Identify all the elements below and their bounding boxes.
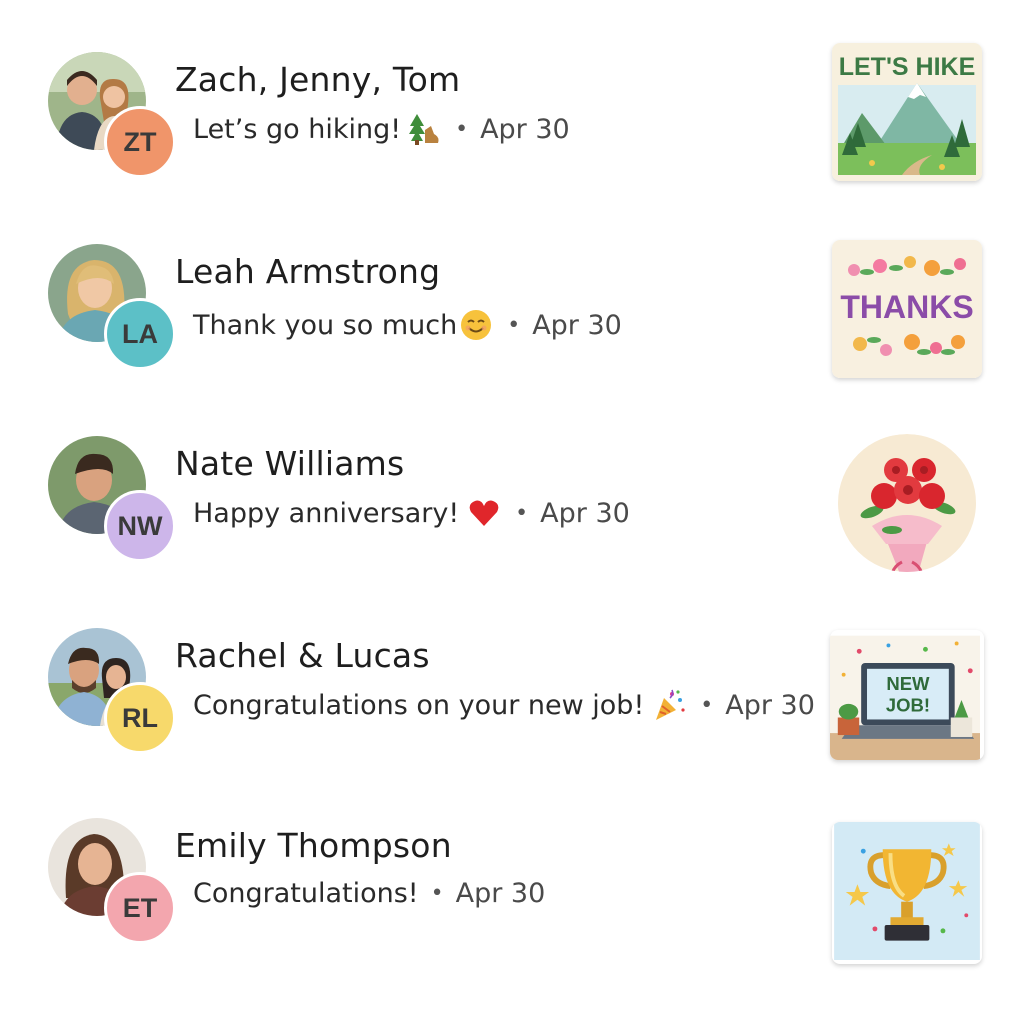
smiling-face-icon bbox=[459, 308, 493, 342]
sticker-label-line1: NEW bbox=[886, 673, 930, 694]
message-preview: Congratulations on your new job! • Apr 3… bbox=[193, 688, 815, 722]
conversation-row-zach-jenny-tom[interactable]: ZT Zach, Jenny, Tom Let’s go hiking! • A… bbox=[0, 43, 1024, 230]
sticker-label-line2: JOB! bbox=[886, 695, 930, 716]
avatar: NW bbox=[46, 434, 186, 574]
separator-dot: • bbox=[430, 881, 444, 906]
message-text: Congratulations! bbox=[193, 878, 419, 909]
contact-name: Emily Thompson bbox=[175, 826, 452, 865]
initials-badge: NW bbox=[104, 490, 176, 562]
mountain-landscape-icon[interactable]: LET'S HIKE bbox=[832, 43, 982, 181]
message-date: Apr 30 bbox=[455, 878, 546, 909]
avatar: ET bbox=[46, 816, 186, 956]
sticker-label: LET'S HIKE bbox=[839, 53, 976, 81]
conversation-row-leah-armstrong[interactable]: LA Leah Armstrong Thank you so much • Ap… bbox=[0, 240, 1024, 422]
separator-dot: • bbox=[455, 116, 469, 142]
rose-bouquet-icon[interactable] bbox=[832, 434, 982, 572]
conversation-row-nate-williams[interactable]: NW Nate Williams Happy anniversary! • Ap… bbox=[0, 434, 1024, 614]
initials-badge: LA bbox=[104, 298, 176, 370]
flower-wreath-icon[interactable]: THANKS bbox=[832, 240, 982, 378]
avatar: ZT bbox=[46, 50, 186, 190]
red-heart-icon bbox=[467, 496, 501, 530]
initials-badge: ZT bbox=[104, 106, 176, 178]
message-preview: Happy anniversary! • Apr 30 bbox=[193, 496, 630, 530]
avatar: LA bbox=[46, 242, 186, 382]
message-text: Thank you so much bbox=[193, 309, 458, 341]
contact-name: Zach, Jenny, Tom bbox=[175, 60, 461, 99]
conversation-row-emily-thompson[interactable]: ET Emily Thompson Congratulations! • Apr… bbox=[0, 816, 1024, 996]
message-preview: Thank you so much • Apr 30 bbox=[193, 308, 622, 342]
message-preview: Congratulations! • Apr 30 bbox=[193, 878, 545, 909]
party-popper-icon bbox=[652, 688, 686, 722]
separator-dot: • bbox=[507, 312, 521, 338]
message-date: Apr 30 bbox=[725, 689, 815, 721]
contact-name: Nate Williams bbox=[175, 444, 405, 483]
evergreen-tree-and-boot-icon bbox=[407, 112, 441, 146]
contact-name: Rachel & Lucas bbox=[175, 636, 430, 675]
contact-name: Leah Armstrong bbox=[175, 252, 441, 291]
message-date: Apr 30 bbox=[540, 497, 630, 529]
separator-dot: • bbox=[700, 692, 714, 718]
message-text: Happy anniversary! bbox=[193, 497, 460, 529]
message-text: Congratulations on your new job! bbox=[193, 689, 645, 721]
separator-dot: • bbox=[515, 500, 529, 526]
message-date: Apr 30 bbox=[532, 309, 622, 341]
message-text: Let’s go hiking! bbox=[193, 113, 402, 145]
initials-badge: ET bbox=[104, 872, 176, 944]
message-date: Apr 30 bbox=[480, 113, 570, 145]
conversation-row-rachel-lucas[interactable]: RL Rachel & Lucas Congratulations on you… bbox=[0, 626, 1024, 806]
trophy-icon[interactable] bbox=[832, 822, 982, 964]
initials-badge: RL bbox=[104, 682, 176, 754]
conversation-list: ZT Zach, Jenny, Tom Let’s go hiking! • A… bbox=[0, 0, 1024, 1024]
sticker-label: THANKS bbox=[840, 289, 973, 325]
laptop-icon[interactable]: NEW JOB! bbox=[830, 630, 984, 760]
message-preview: Let’s go hiking! • Apr 30 bbox=[193, 112, 570, 146]
avatar: RL bbox=[46, 626, 186, 766]
